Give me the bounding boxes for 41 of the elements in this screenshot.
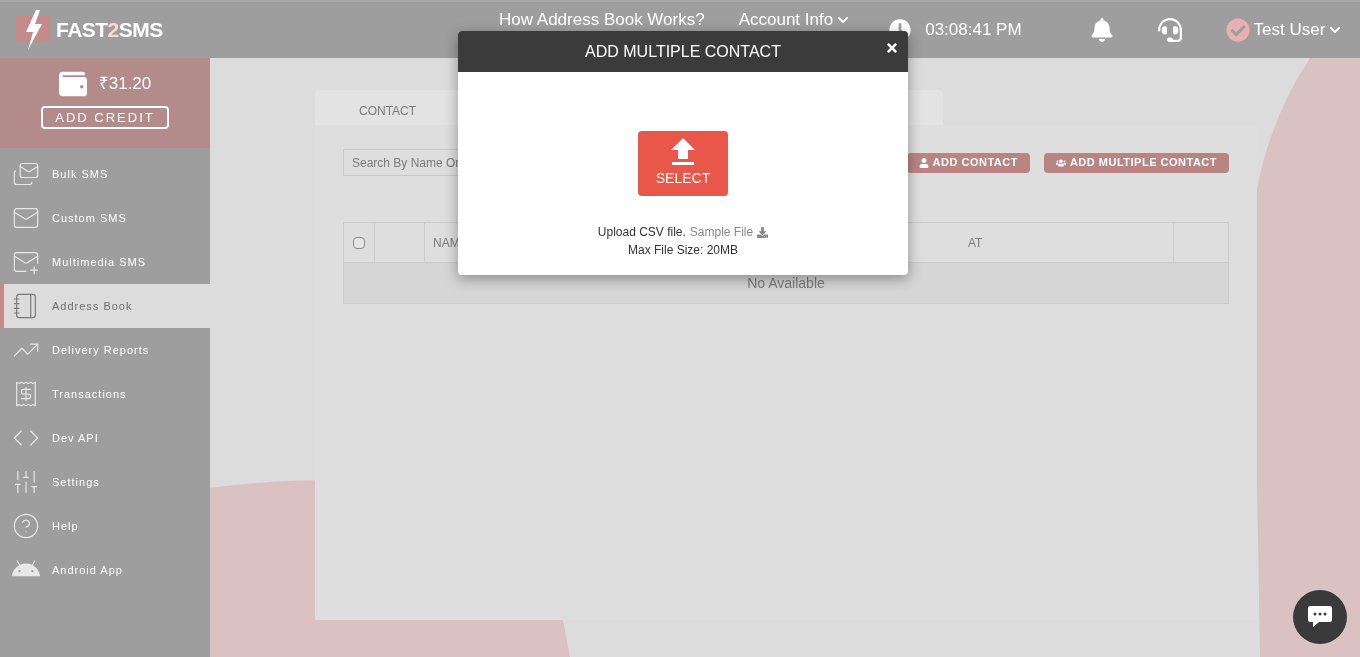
sidebar-item[interactable]: Help	[0, 504, 210, 548]
wallet-icon	[58, 70, 87, 98]
chevron-icon	[1329, 24, 1342, 36]
upload-icon	[671, 138, 695, 166]
close-button[interactable]	[884, 40, 900, 56]
bell-icon[interactable]	[1089, 18, 1114, 42]
sidebar-item[interactable]: Bulk SMS	[0, 152, 210, 196]
user-icon	[918, 157, 929, 168]
column-header: AT	[968, 234, 983, 252]
chat-bubble-icon	[1307, 605, 1333, 629]
nav-link[interactable]: Account Info	[738, 7, 850, 33]
sidebar-item[interactable]: Custom SMS	[0, 196, 210, 240]
user-menu[interactable]: Test User	[1253, 17, 1342, 43]
sidebar-item[interactable]: Android App	[0, 548, 210, 592]
envelopes-icon	[12, 160, 40, 188]
checkbox[interactable]	[353, 236, 365, 249]
sidebar-item[interactable]: Multimedia SMS	[0, 240, 210, 284]
file-size-limit: Max File Size: 20MB	[627, 242, 738, 259]
headset-icon[interactable]	[1157, 18, 1182, 42]
sliders-icon	[12, 468, 40, 496]
add-credit-button[interactable]: ADD CREDIT	[41, 106, 169, 129]
add-button[interactable]: ADD MULTIPLE CONTACT	[1043, 152, 1229, 173]
upload-label: Upload CSV file.	[597, 224, 686, 241]
sidebar-item[interactable]: Transactions	[0, 372, 210, 416]
sidebar-item[interactable]: Address Book	[0, 284, 210, 328]
sidebar-item[interactable]: Delivery Reports	[0, 328, 210, 372]
balance-amount: ₹31.20	[98, 73, 152, 96]
clock-time: 03:08:41 PM	[925, 19, 1022, 42]
modal-title: ADD MULTIPLE CONTACT	[585, 41, 781, 62]
sample-file-link[interactable]: Sample File	[689, 223, 769, 241]
sidebar-item[interactable]: Settings	[0, 460, 210, 504]
download-icon	[757, 226, 769, 238]
lightning-logo-icon	[16, 10, 52, 50]
nav-link[interactable]: How Address Book Works?	[499, 7, 705, 33]
close-icon	[885, 41, 899, 55]
add-button[interactable]: ADD CONTACT	[906, 152, 1030, 173]
logo-text: FAST2SMS	[56, 17, 163, 44]
sidebar-item[interactable]: Dev API	[0, 416, 210, 460]
select-file-button[interactable]: SELECT	[638, 131, 728, 196]
users-icon	[1055, 157, 1066, 168]
help-icon	[12, 512, 40, 540]
